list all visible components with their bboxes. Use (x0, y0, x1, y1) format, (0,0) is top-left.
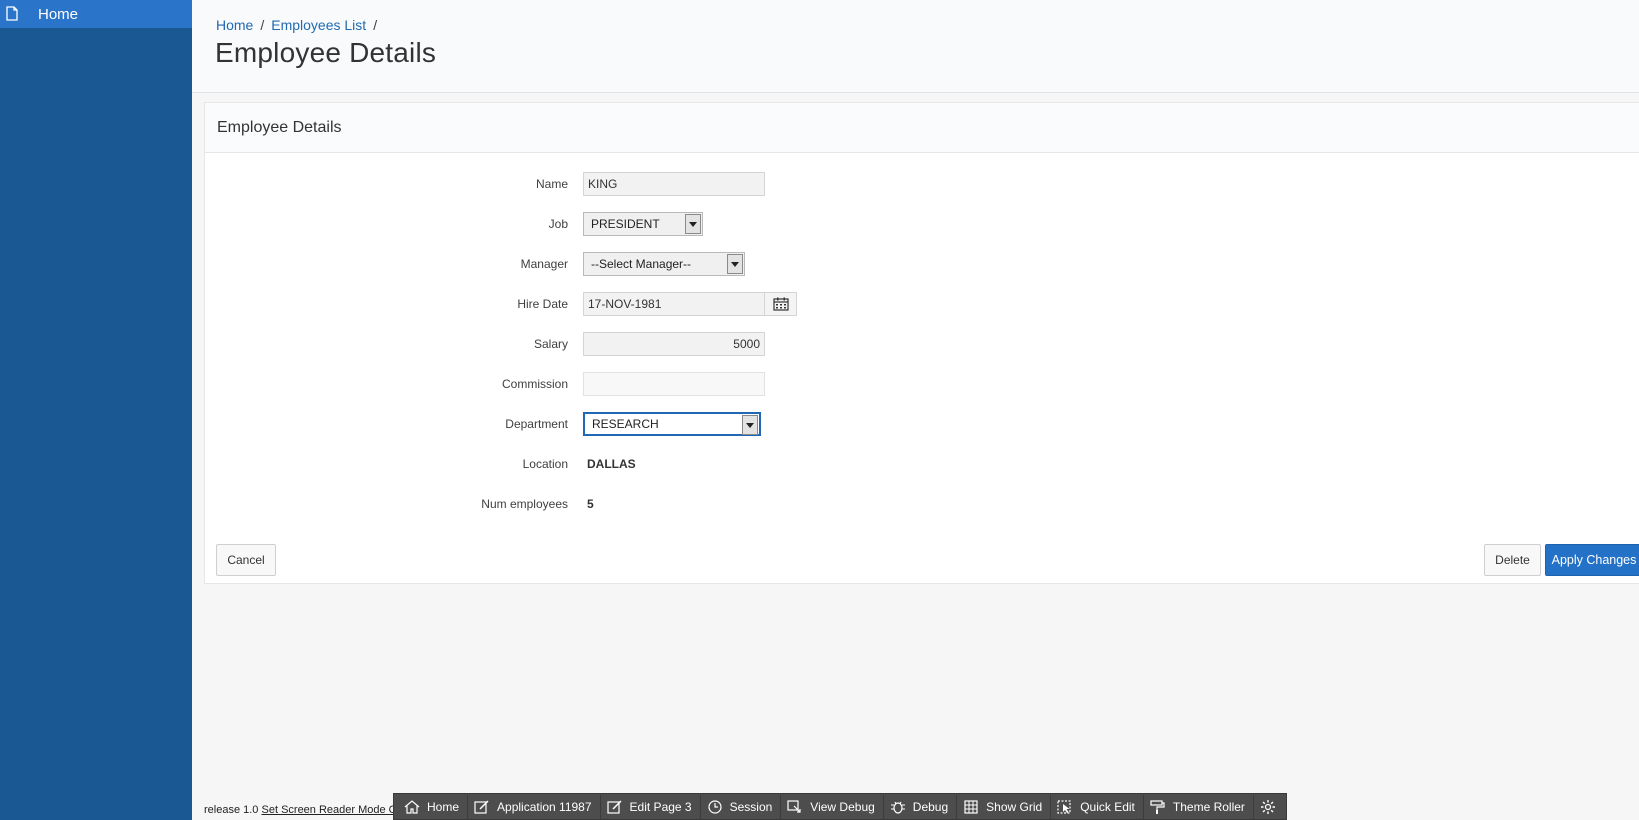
commission-field[interactable] (583, 372, 765, 396)
page-icon (6, 6, 20, 22)
salary-label: Salary (533, 337, 568, 351)
quick-edit-icon (1057, 800, 1071, 814)
home-icon (404, 800, 420, 814)
footer: release 1.0 Set Screen Reader Mode On (204, 804, 403, 816)
dev-toolbar-debug[interactable]: Debug (884, 795, 958, 819)
page-header: Home / Employees List / Employee Details (192, 0, 1639, 93)
bug-icon (890, 801, 905, 814)
salary-field[interactable]: 5000 (583, 332, 765, 356)
dev-toolbar-label: View Debug (810, 800, 875, 814)
developer-toolbar: Home Application 11987 Edit Page 3 Sessi… (393, 793, 1287, 820)
dev-toolbar-label: Session (729, 800, 773, 814)
dev-toolbar-application[interactable]: Application 11987 (468, 795, 601, 819)
dev-toolbar-show-grid[interactable]: Show Grid (957, 795, 1052, 819)
grid-icon (964, 800, 978, 814)
delete-button[interactable]: Delete (1484, 544, 1541, 576)
dev-toolbar-view-debug[interactable]: View Debug (781, 795, 884, 819)
dev-toolbar-home[interactable]: Home (398, 795, 469, 819)
breadcrumb-employees-list-link[interactable]: Employees List (271, 17, 366, 33)
region-title: Employee Details (205, 103, 1639, 153)
manager-select-value: --Select Manager-- (591, 257, 692, 271)
job-select-value: PRESIDENT (591, 217, 660, 231)
dev-toolbar-label: Quick Edit (1080, 800, 1135, 814)
num-employees-value: 5 (587, 497, 594, 511)
dev-toolbar-label: Application 11987 (497, 800, 592, 814)
salary-row: Salary 5000 (205, 332, 765, 356)
view-debug-icon (787, 800, 801, 813)
job-select[interactable]: PRESIDENT (583, 212, 703, 236)
location-value: DALLAS (587, 457, 636, 471)
department-select-value: RESEARCH (592, 417, 659, 431)
dev-toolbar-label: Show Grid (986, 800, 1043, 814)
sidebar: Home (0, 0, 192, 820)
dev-toolbar-settings[interactable] (1254, 795, 1291, 819)
chevron-down-icon (727, 254, 743, 274)
dev-toolbar-label: Edit Page 3 (629, 800, 692, 814)
dev-toolbar-quick-edit[interactable]: Quick Edit (1051, 795, 1144, 819)
num-employees-label: Num employees (481, 497, 568, 511)
job-label: Job (548, 217, 568, 231)
paint-roller-icon (1150, 800, 1165, 814)
department-row: Department RESEARCH (205, 412, 761, 436)
hire-date-row: Hire Date 17-NOV-1981 (205, 292, 797, 316)
name-row: Name KING (205, 172, 765, 196)
commission-row: Commission (205, 372, 765, 396)
name-field[interactable]: KING (583, 172, 765, 196)
dev-toolbar-theme-roller[interactable]: Theme Roller (1144, 795, 1254, 819)
clock-icon (707, 800, 722, 814)
manager-row: Manager --Select Manager-- (205, 252, 745, 276)
dev-toolbar-edit-page[interactable]: Edit Page 3 (601, 795, 701, 819)
screen-reader-mode-link[interactable]: Set Screen Reader Mode On (262, 804, 404, 816)
location-label: Location (522, 457, 568, 471)
gear-icon (1260, 800, 1275, 814)
cancel-button[interactable]: Cancel (216, 544, 276, 576)
edit-icon (606, 800, 622, 814)
breadcrumb-home-link[interactable]: Home (216, 17, 253, 33)
manager-select[interactable]: --Select Manager-- (583, 252, 745, 276)
dev-toolbar-label: Debug (912, 800, 949, 814)
release-label: release 1.0 (204, 804, 259, 816)
dev-toolbar-label: Home (427, 800, 460, 814)
page-title: Employee Details (215, 37, 437, 68)
calendar-icon[interactable] (765, 292, 797, 316)
breadcrumb-separator: / (260, 17, 265, 33)
hire-date-field[interactable]: 17-NOV-1981 (583, 292, 765, 316)
breadcrumb-separator: / (373, 17, 378, 33)
sidebar-item-home[interactable]: Home (0, 0, 192, 28)
chevron-down-icon (742, 415, 758, 435)
commission-label: Commission (501, 377, 568, 391)
manager-label: Manager (520, 257, 568, 271)
job-row: Job PRESIDENT (205, 212, 703, 236)
dev-toolbar-session[interactable]: Session (701, 795, 782, 819)
breadcrumb: Home / Employees List / (216, 17, 384, 33)
edit-icon (474, 800, 489, 814)
location-row: Location DALLAS (205, 452, 636, 476)
name-label: Name (535, 177, 568, 191)
employee-details-region: Employee Details Name KING Job PRESIDENT… (204, 102, 1639, 584)
sidebar-item-label: Home (38, 5, 79, 23)
apply-changes-button[interactable]: Apply Changes (1545, 544, 1639, 576)
department-select[interactable]: RESEARCH (583, 412, 761, 436)
hire-date-label: Hire Date (517, 297, 568, 311)
num-employees-row: Num employees 5 (205, 492, 593, 516)
dev-toolbar-label: Theme Roller (1172, 800, 1245, 814)
chevron-down-icon (685, 214, 701, 234)
department-label: Department (505, 417, 568, 431)
